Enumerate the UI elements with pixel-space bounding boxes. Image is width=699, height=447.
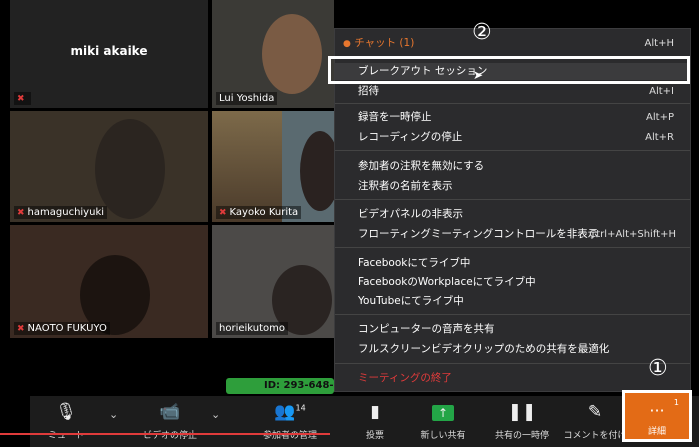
- menu-divider: [335, 363, 690, 364]
- share-screen-icon: ↑: [413, 402, 473, 428]
- mouse-cursor-icon: ➤: [473, 68, 484, 82]
- menu-divider: [335, 150, 690, 151]
- video-tile-lui-yoshida[interactable]: Lui Yoshida: [212, 0, 334, 108]
- pause-share-button[interactable]: ❚❚ 共有の一時停: [488, 396, 556, 447]
- participant-name-label: ✖: [14, 92, 31, 105]
- participant-name-large: miki akaike: [70, 44, 148, 58]
- menu-divider: [335, 314, 690, 315]
- muted-mic-icon: ✖: [17, 324, 25, 334]
- chevron-up-icon[interactable]: ⌄: [211, 408, 220, 421]
- menu-item-facebook-workplace-live[interactable]: FacebookのWorkplaceにてライブ中: [335, 274, 690, 291]
- menu-item-label: ビデオパネルの非表示: [358, 208, 463, 220]
- callout-number-one: ①: [648, 356, 668, 381]
- pause-share-label: 共有の一時停: [494, 431, 549, 441]
- muted-mic-icon: ✖: [219, 208, 227, 218]
- pause-icon: ❚❚: [507, 402, 537, 422]
- highlight-box-breakout: [328, 56, 690, 84]
- menu-item-hide-video-panel[interactable]: ビデオパネルの非表示: [335, 206, 690, 223]
- menu-shortcut: Alt+P: [646, 112, 674, 123]
- menu-item-facebook-live[interactable]: Facebookにてライブ中: [335, 255, 690, 272]
- menu-item-chat[interactable]: ● チャット (1) Alt+H: [335, 35, 690, 52]
- participant-name-label: ✖ NAOTO FUKUYO: [14, 322, 110, 335]
- menu-item-label: YouTubeにてライブ中: [358, 295, 464, 307]
- menu-item-label: 録音を一時停止: [358, 111, 432, 123]
- menu-item-invite[interactable]: 招待 Alt+I: [335, 83, 690, 100]
- meeting-toolbar: 🎙 ミュート ⌄ 📹 ビデオの停止 ⌄ 👥14 参加者の管理 ▮ 投票 ↑ 新し…: [30, 396, 699, 447]
- callout-number-two: ②: [472, 20, 492, 45]
- menu-item-label: ミーティングの終了: [358, 372, 452, 384]
- menu-item-label: フローティングミーティングコントロールを非表示: [358, 228, 599, 240]
- video-tile-naoto-fukuyo[interactable]: ✖ NAOTO FUKUYO: [10, 225, 208, 338]
- menu-divider: [335, 247, 690, 248]
- annotate-label: コメントを付け: [563, 431, 627, 441]
- new-share-button[interactable]: ↑ 新しい共有: [413, 396, 473, 447]
- more-dots-icon: ···: [649, 401, 665, 420]
- details-badge: 1: [673, 398, 679, 407]
- menu-item-label: FacebookのWorkplaceにてライブ中: [358, 276, 536, 288]
- participant-video: [300, 131, 334, 211]
- menu-item-end-meeting[interactable]: ミーティングの終了: [335, 370, 690, 387]
- chat-icon: ●: [343, 39, 351, 49]
- chevron-up-icon[interactable]: ⌄: [109, 408, 118, 421]
- participant-name-label: ✖ Kayoko Kurita: [216, 206, 302, 219]
- mute-button[interactable]: 🎙 ミュート: [36, 396, 96, 447]
- menu-item-label: 参加者の注釈を無効にする: [358, 160, 485, 172]
- menu-item-pause-recording[interactable]: 録音を一時停止 Alt+P: [335, 109, 690, 126]
- annotate-button[interactable]: ✎ コメントを付け: [562, 396, 628, 447]
- menu-item-youtube-live[interactable]: YouTubeにてライブ中: [335, 293, 690, 310]
- video-tile-miki-akaike[interactable]: miki akaike ✖: [10, 0, 208, 108]
- video-tile-horieikutomo[interactable]: horieikutomo: [212, 225, 334, 338]
- bar-chart-icon: ▮: [370, 402, 380, 422]
- meeting-id-text: ID: 293-648-: [264, 380, 334, 391]
- manage-participants-button[interactable]: 👥14 参加者の管理: [250, 396, 330, 447]
- recording-progress-line: [0, 433, 330, 435]
- participant-name-label: ✖ hamaguchiyuki: [14, 206, 108, 219]
- menu-shortcut: Alt+H: [644, 38, 674, 49]
- video-tile-hamaguchiyuki[interactable]: ✖ hamaguchiyuki: [10, 111, 208, 222]
- participant-name-text: Kayoko Kurita: [229, 207, 299, 218]
- participant-name-text: hamaguchiyuki: [27, 207, 105, 218]
- menu-item-label: Facebookにてライブ中: [358, 257, 471, 269]
- new-share-label: 新しい共有: [420, 431, 466, 441]
- muted-mic-icon: ✖: [17, 208, 25, 218]
- menu-item-label: レコーディングの停止: [358, 131, 463, 143]
- video-camera-icon: 📹: [159, 402, 181, 422]
- menu-shortcut: Alt+R: [645, 132, 674, 143]
- menu-item-optimize-video-share[interactable]: フルスクリーンビデオクリップのための共有を最適化: [335, 341, 690, 358]
- menu-item-disable-annotation[interactable]: 参加者の注釈を無効にする: [335, 158, 690, 175]
- participants-count: 14: [295, 403, 306, 413]
- menu-item-label: 招待: [358, 85, 379, 97]
- more-details-button[interactable]: ··· 1 詳細: [622, 390, 692, 442]
- menu-item-label: 注釈者の名前を表示: [358, 180, 453, 192]
- menu-item-show-annotator-names[interactable]: 注釈者の名前を表示: [335, 178, 690, 195]
- menu-item-label: コンピューターの音声を共有: [358, 323, 495, 335]
- menu-shortcut: Alt+I: [649, 86, 674, 97]
- menu-shortcut: Ctrl+Alt+Shift+H: [589, 229, 676, 240]
- menu-item-label: チャット (1): [354, 37, 415, 49]
- menu-item-share-computer-audio[interactable]: コンピューターの音声を共有: [335, 321, 690, 338]
- menu-item-hide-floating-controls[interactable]: フローティングミーティングコントロールを非表示 Ctrl+Alt+Shift+H: [335, 226, 690, 243]
- menu-divider: [335, 103, 690, 104]
- menu-item-stop-recording[interactable]: レコーディングの停止 Alt+R: [335, 129, 690, 146]
- participant-name-label: Lui Yoshida: [216, 92, 278, 105]
- participant-name-label: horieikutomo: [216, 322, 288, 335]
- participants-icon: 👥14: [274, 402, 306, 422]
- participant-name-text: NAOTO FUKUYO: [27, 323, 107, 334]
- poll-label: 投票: [365, 431, 384, 441]
- poll-button[interactable]: ▮ 投票: [355, 396, 395, 447]
- pencil-icon: ✎: [587, 402, 603, 422]
- participant-video: [262, 14, 322, 94]
- participant-video: [95, 119, 165, 219]
- menu-item-label: フルスクリーンビデオクリップのための共有を最適化: [358, 343, 610, 355]
- muted-mic-icon: ✖: [17, 94, 25, 104]
- details-label: 詳細: [647, 427, 666, 437]
- menu-divider: [335, 199, 690, 200]
- stop-video-button[interactable]: 📹 ビデオの停止: [130, 396, 210, 447]
- meeting-id-pill: ID: 293-648-: [226, 378, 334, 394]
- video-tile-kayoko-kurita[interactable]: ✖ Kayoko Kurita: [212, 111, 334, 222]
- microphone-icon: 🎙: [55, 402, 77, 422]
